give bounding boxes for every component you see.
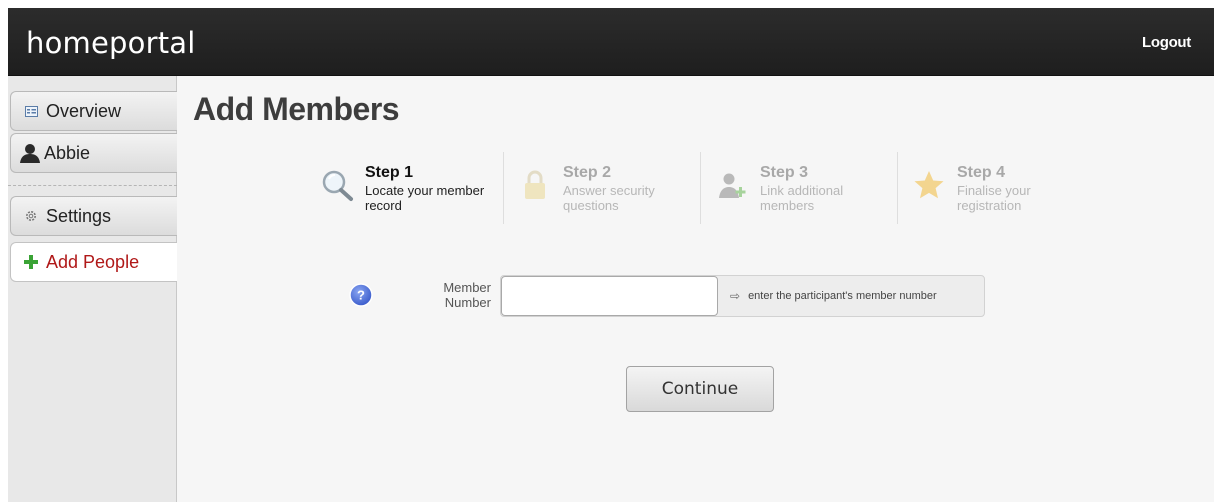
magnifier-icon: [320, 168, 354, 202]
step-description: Locate your member record: [365, 183, 485, 213]
logout-link[interactable]: Logout: [1142, 34, 1191, 51]
gear-icon: [23, 208, 39, 224]
sidebar-item-add-people[interactable]: Add People: [10, 242, 178, 282]
app-brand: homeportal: [26, 26, 196, 60]
main-content: Add Members Step 1 Locate your member re…: [177, 76, 1214, 502]
sidebar-item-overview[interactable]: Overview: [10, 91, 177, 131]
step-description: Link additional members: [760, 183, 844, 213]
sidebar-item-label: Overview: [46, 100, 122, 121]
sidebar-item-abbie[interactable]: Abbie: [10, 133, 177, 173]
question-mark-icon[interactable]: ?: [349, 283, 373, 307]
page-title: Add Members: [193, 91, 400, 127]
label-line: Number: [444, 295, 491, 310]
sidebar-item-settings[interactable]: Settings: [10, 196, 177, 236]
svg-text:?: ?: [357, 288, 365, 303]
step-description: Answer security questions: [563, 183, 655, 213]
plus-icon: [23, 254, 39, 270]
sidebar-item-label: Settings: [46, 205, 112, 226]
continue-button[interactable]: Continue: [626, 366, 774, 412]
step-title: Step 4: [957, 164, 1006, 181]
sidebar-item-label: Abbie: [44, 142, 91, 163]
step-2: Step 2 Answer security questions: [518, 152, 708, 224]
step-description: Finalise your registration: [957, 183, 1031, 213]
step-title: Step 3: [760, 164, 809, 181]
field-hint: ⇨ enter the participant's member number: [730, 289, 937, 303]
sidebar-item-label: Add People: [46, 251, 140, 272]
step-4: Step 4 Finalise your registration: [912, 152, 1102, 224]
step-title: Step 1: [365, 164, 414, 181]
star-icon: [912, 168, 946, 202]
member-number-label: Member Number: [413, 280, 491, 310]
step-separator: [897, 152, 898, 224]
sidebar: Overview Abbie Settings Add People: [8, 76, 178, 502]
step-1: Step 1 Locate your member record: [320, 152, 510, 224]
step-title: Step 2: [563, 164, 612, 181]
person-silhouette-icon: [19, 142, 41, 164]
overview-icon: [23, 103, 39, 119]
member-number-field-group: ⇨ enter the participant's member number: [500, 275, 985, 317]
arrow-right-icon: ⇨: [730, 289, 741, 303]
padlock-icon: [518, 168, 552, 202]
label-line: Member: [443, 280, 491, 295]
add-user-icon: [715, 168, 749, 202]
top-bar: homeportal Logout: [8, 8, 1214, 76]
step-3: Step 3 Link additional members: [715, 152, 905, 224]
sidebar-divider: [8, 185, 177, 186]
step-separator: [700, 152, 701, 224]
step-separator: [503, 152, 504, 224]
field-hint-text: enter the participant's member number: [748, 290, 937, 302]
member-number-input[interactable]: [501, 276, 718, 316]
